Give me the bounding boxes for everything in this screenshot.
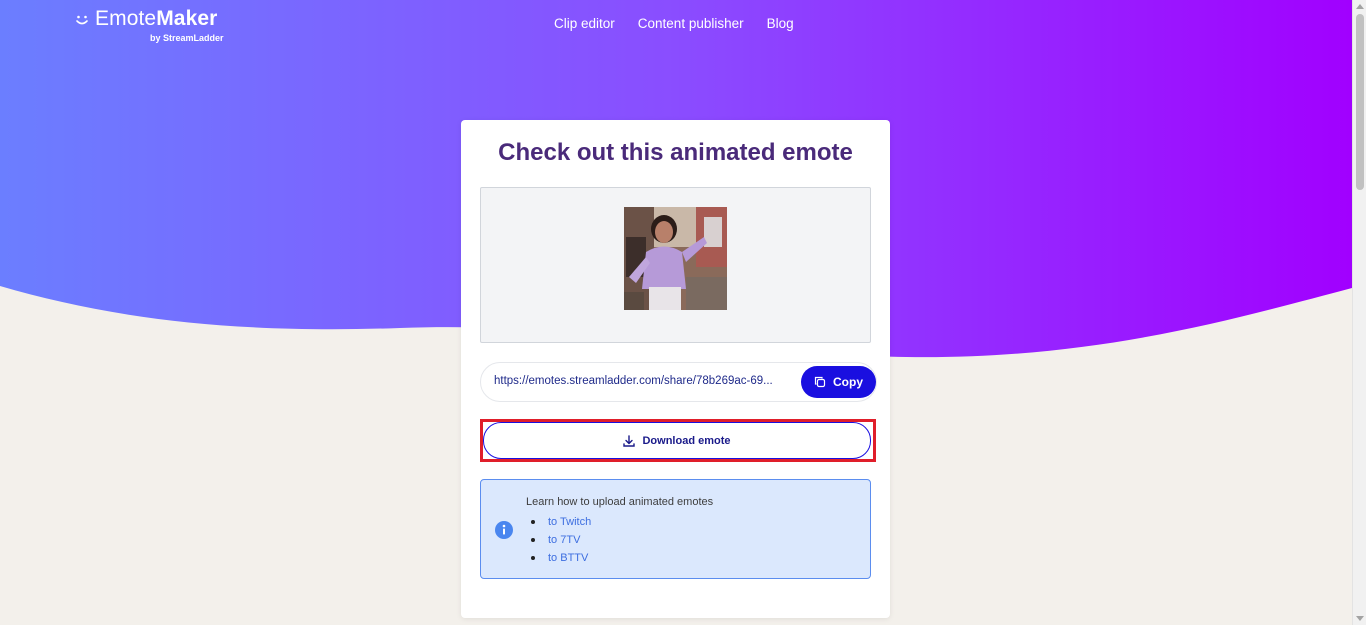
logo-name-light: Emote [95, 7, 157, 30]
main-nav: Clip editor Content publisher Blog [554, 15, 817, 33]
list-item: to BTTV [526, 549, 591, 567]
download-emote-button[interactable]: Download emote [483, 422, 871, 459]
upload-info-box: Learn how to upload animated emotes to T… [480, 479, 871, 579]
nav-content-publisher[interactable]: Content publisher [638, 15, 744, 33]
copy-icon [814, 376, 826, 388]
link-twitch[interactable]: to Twitch [548, 516, 591, 528]
share-link-row: https://emotes.streamladder.com/share/78… [480, 362, 877, 402]
link-bttv[interactable]: to BTTV [548, 552, 588, 564]
upload-guide-list: to Twitch to 7TV to BTTV [526, 513, 591, 567]
nav-blog[interactable]: Blog [767, 15, 794, 33]
logo-byline: by StreamLadder [150, 33, 224, 43]
info-icon [495, 521, 513, 539]
share-url[interactable]: https://emotes.streamladder.com/share/78… [494, 375, 796, 387]
logo-text: EmoteMaker [95, 7, 217, 31]
copy-label: Copy [833, 375, 863, 389]
download-label: Download emote [642, 434, 731, 447]
logo-name-bold: Maker [156, 7, 218, 30]
card-title: Check out this animated emote [498, 139, 853, 166]
emote-card: Check out this animated emote https://em… [461, 120, 890, 618]
link-7tv[interactable]: to 7TV [548, 534, 580, 546]
info-title: Learn how to upload animated emotes [526, 496, 714, 508]
download-icon [623, 434, 636, 447]
list-item: to Twitch [526, 513, 591, 531]
list-item: to 7TV [526, 531, 591, 549]
copy-button[interactable]: Copy [801, 366, 876, 398]
page: EmoteMaker by StreamLadder Clip editor C… [0, 0, 1366, 625]
vertical-scrollbar[interactable] [1352, 0, 1366, 625]
scroll-down-arrow-icon[interactable] [1356, 616, 1364, 621]
emote-image [624, 207, 727, 310]
smile-icon [76, 15, 88, 25]
scroll-thumb[interactable] [1356, 14, 1364, 190]
emote-preview [480, 187, 871, 343]
logo[interactable]: EmoteMaker by StreamLadder [74, 7, 224, 43]
scroll-up-arrow-icon[interactable] [1356, 4, 1364, 9]
nav-clip-editor[interactable]: Clip editor [554, 15, 615, 33]
